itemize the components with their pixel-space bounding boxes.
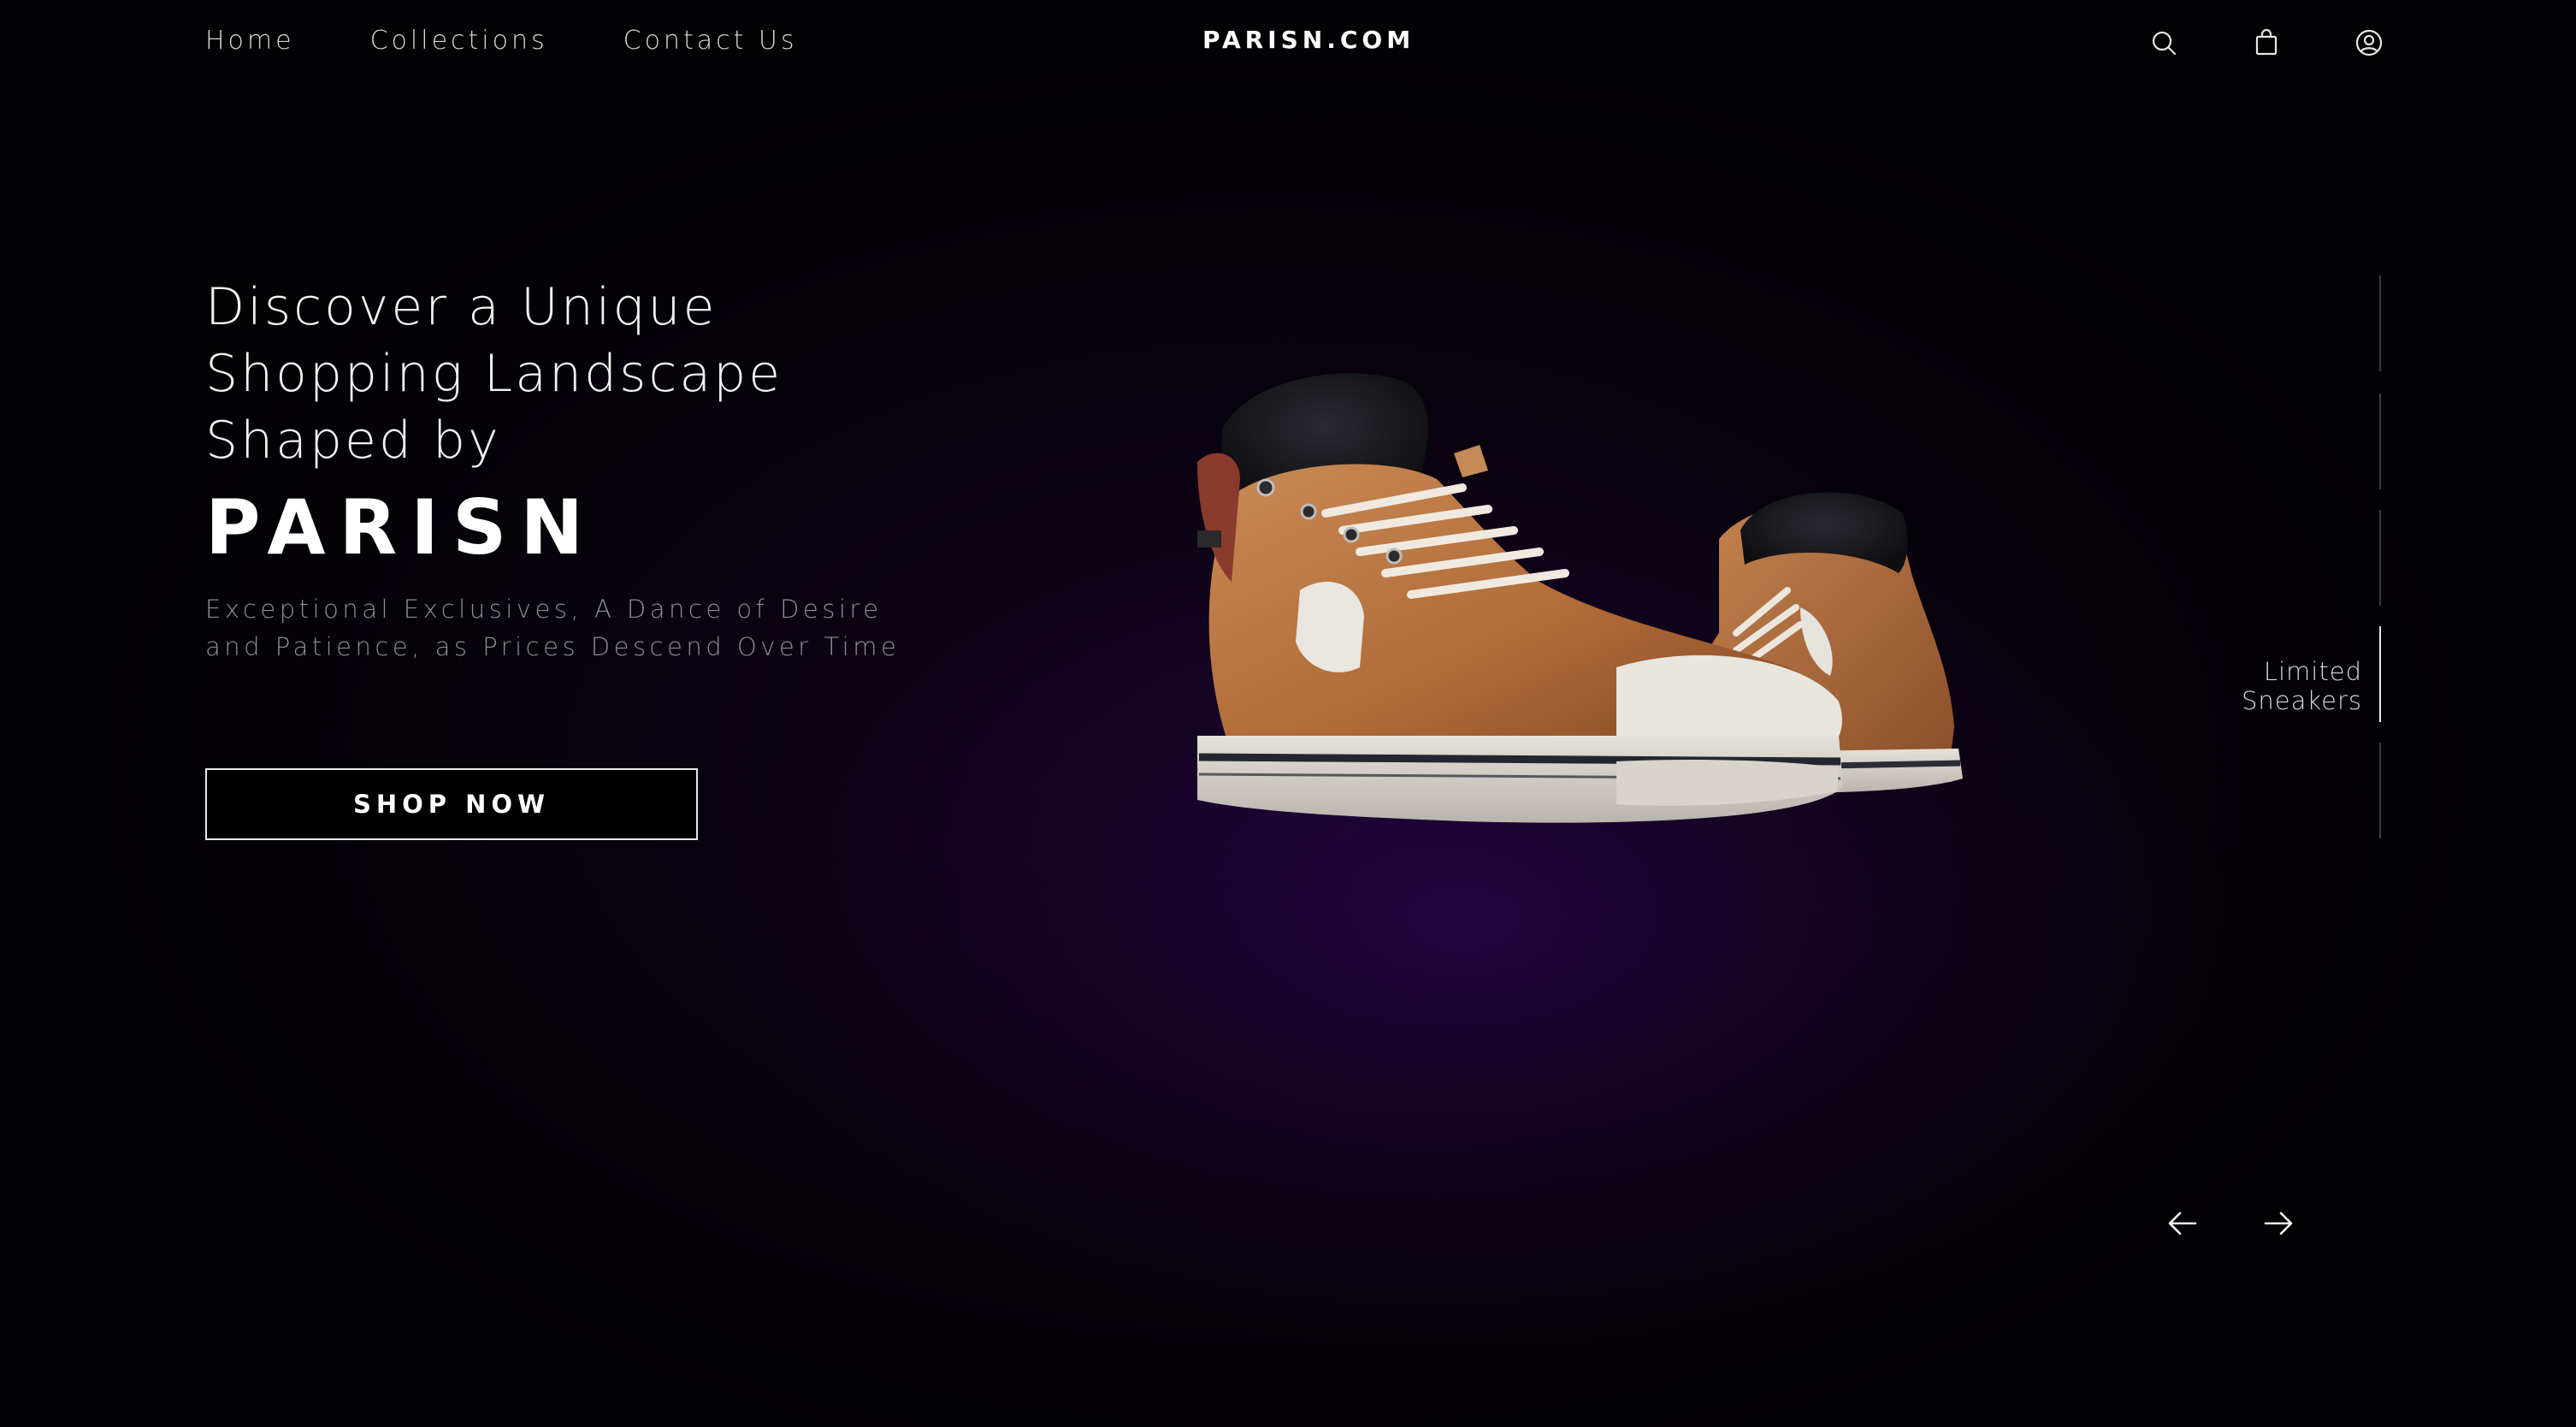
slide-indicator-1[interactable]: [2379, 275, 2381, 371]
top-navigation: Home Collections Contact Us PARISN.COM: [0, 0, 2576, 86]
shop-now-button[interactable]: SHOP NOW: [205, 768, 698, 840]
arrow-left-icon[interactable]: [2165, 1206, 2200, 1240]
slide-indicator-3[interactable]: [2379, 510, 2381, 606]
user-account-icon[interactable]: [2354, 27, 2384, 58]
hero-page: Home Collections Contact Us PARISN.COM D…: [0, 0, 2576, 1427]
hero-subtitle-line-2: and Patience, as Prices Descend Over Tim…: [205, 632, 901, 661]
slide-indicators: [2360, 275, 2463, 840]
hero-subtitle-line-1: Exceptional Exclusives, A Dance of Desir…: [205, 595, 883, 624]
arrow-right-icon[interactable]: [2261, 1206, 2295, 1240]
sneakers-product-image: [1197, 373, 1963, 823]
slide-indicator-4-active[interactable]: [2379, 626, 2381, 722]
nav-link-collections[interactable]: Collections: [370, 26, 548, 56]
slide-indicator-5[interactable]: [2379, 743, 2381, 838]
active-slide-label: Limited Sneakers: [2241, 657, 2362, 715]
hero-brand-name: PARISN: [205, 483, 598, 571]
brand-logo[interactable]: PARISN.COM: [1202, 26, 1415, 54]
nav-links: Home Collections Contact Us: [205, 26, 797, 56]
nav-icons: [2148, 27, 2384, 58]
hero-heading-line-3: Shaped by: [205, 411, 501, 471]
hero-heading: Discover a Unique Shopping Landscape Sha…: [205, 274, 975, 474]
shopping-bag-icon[interactable]: [2251, 27, 2282, 58]
search-icon[interactable]: [2148, 27, 2179, 58]
hero-heading-line-1: Discover a Unique: [205, 277, 718, 337]
hero-subtitle: Exceptional Exclusives, A Dance of Desir…: [205, 590, 907, 666]
nav-link-contact-us[interactable]: Contact Us: [623, 26, 798, 56]
slide-indicator-2[interactable]: [2379, 394, 2381, 489]
hero-heading-line-2: Shopping Landscape: [205, 344, 783, 404]
nav-link-home[interactable]: Home: [205, 26, 295, 56]
